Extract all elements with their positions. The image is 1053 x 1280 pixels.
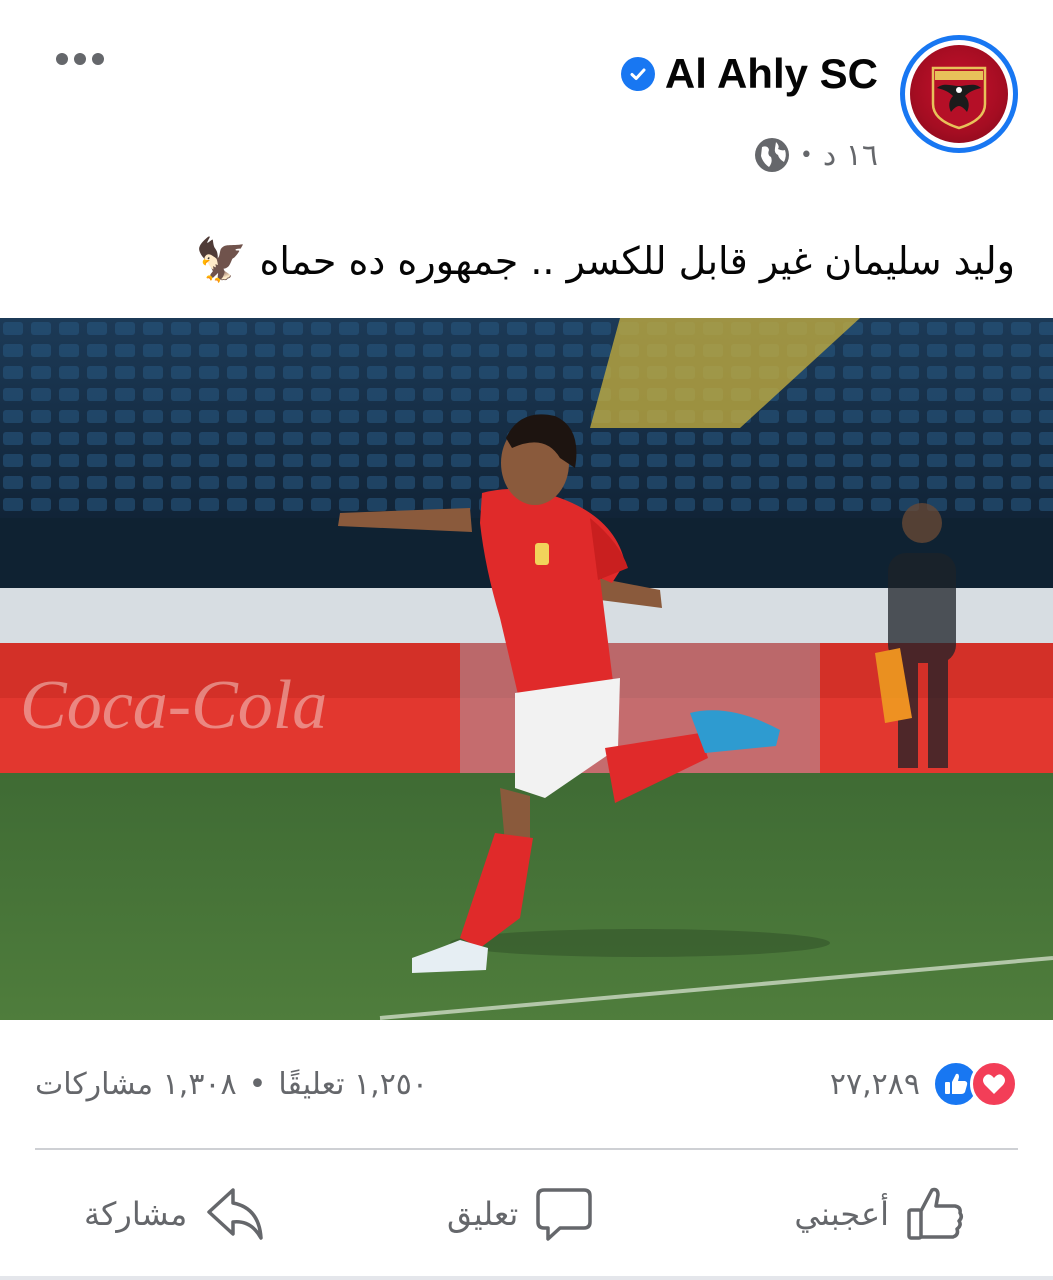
reaction-count: ٢٧,٢٨٩	[829, 1066, 920, 1102]
more-dots-icon	[56, 53, 68, 65]
post-meta: • ١٦ د	[754, 133, 878, 177]
like-button[interactable]: أعجبني	[794, 1176, 965, 1252]
eagle-emoji: 🦅	[195, 235, 248, 284]
facebook-post: Al Ahly SC • ١٦ د وليد سليمان غير قابل ل…	[0, 0, 1053, 1280]
post-bottom-border	[0, 1276, 1053, 1280]
shares-count[interactable]: ١,٣٠٨ مشاركات	[35, 1067, 237, 1102]
post-caption: وليد سليمان غير قابل للكسر .. جمهوره ده …	[35, 230, 1015, 291]
thumbs-up-icon	[907, 1187, 964, 1240]
post-time[interactable]: ١٦ د	[823, 138, 878, 173]
like-label: أعجبني	[794, 1195, 889, 1233]
love-reaction-icon	[970, 1060, 1018, 1108]
reaction-icons	[932, 1060, 1018, 1108]
engagement-stats: ١,٣٠٨ مشاركات • ١,٢٥٠ تعليقًا	[35, 1060, 428, 1108]
speech-bubble-icon	[536, 1188, 593, 1241]
verified-badge-icon	[620, 57, 655, 91]
comments-count[interactable]: ١,٢٥٠ تعليقًا	[278, 1067, 428, 1102]
svg-text:Coca-Cola: Coca-Cola	[20, 667, 327, 744]
globe-icon[interactable]	[754, 137, 790, 173]
share-button[interactable]: مشاركة	[84, 1176, 267, 1252]
stats-divider	[35, 1148, 1018, 1150]
page-name[interactable]: Al Ahly SC	[665, 50, 878, 98]
club-crest-logo	[910, 45, 1008, 143]
comment-label: تعليق	[447, 1195, 519, 1233]
page-name-row: Al Ahly SC	[620, 48, 878, 100]
post-photo[interactable]: Coca-Cola	[0, 318, 1053, 1020]
page-avatar[interactable]	[900, 35, 1018, 153]
caption-text: وليد سليمان غير قابل للكسر .. جمهوره ده …	[259, 239, 1015, 283]
comment-button[interactable]: تعليق	[447, 1176, 594, 1252]
share-arrow-icon	[207, 1188, 264, 1240]
reactions-summary[interactable]: ٢٧,٢٨٩	[830, 1058, 1018, 1110]
more-options-button[interactable]	[50, 44, 110, 74]
stats-separator: •	[248, 1066, 267, 1102]
meta-separator: •	[799, 142, 813, 168]
share-label: مشاركة	[84, 1195, 188, 1233]
